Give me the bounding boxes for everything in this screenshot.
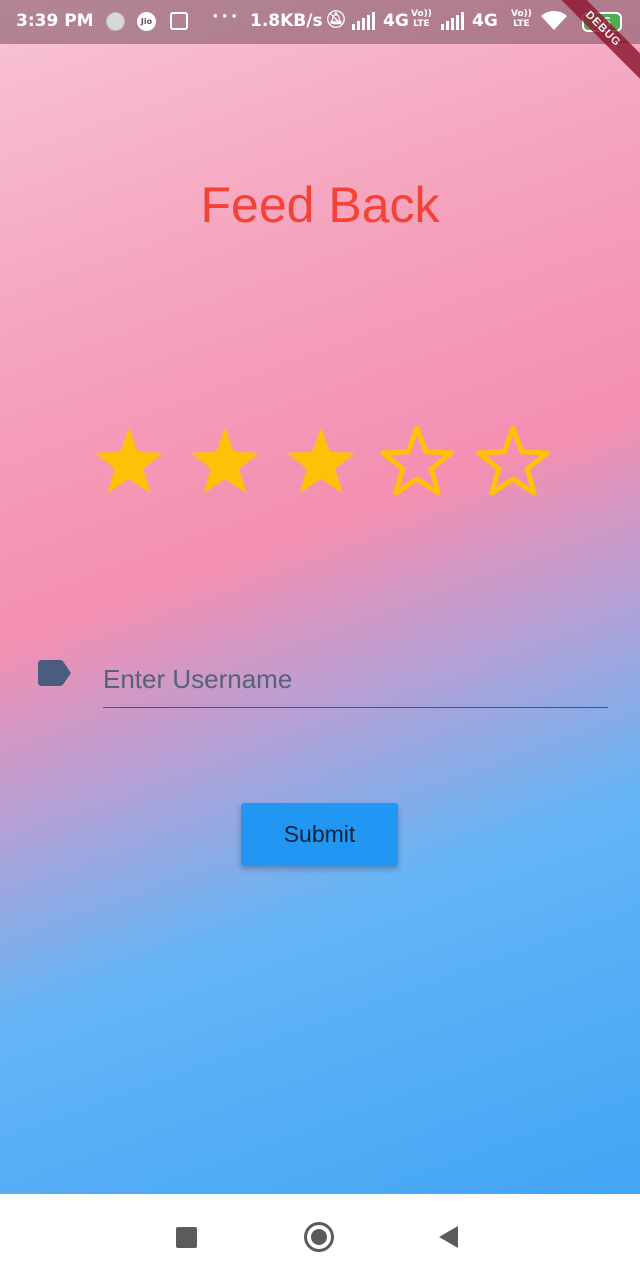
volte-icon: Vo)) LTE bbox=[411, 9, 432, 29]
label-icon bbox=[38, 660, 71, 686]
star-filled-icon[interactable] bbox=[88, 424, 170, 498]
network-type: 4G bbox=[383, 11, 409, 31]
star-outline-icon[interactable] bbox=[472, 424, 554, 498]
status-bar: 3:39 PM Jio ··· 1.8KB/s 🔕︎ 4G Vo)) LTE 4G… bbox=[0, 0, 640, 44]
grid-icon bbox=[170, 12, 188, 30]
back-icon[interactable] bbox=[437, 1225, 459, 1249]
signal-icon bbox=[441, 12, 464, 30]
home-dot bbox=[311, 1229, 327, 1245]
status-time: 3:39 PM bbox=[16, 11, 94, 31]
submit-button[interactable]: Submit bbox=[241, 803, 398, 866]
star-rating[interactable] bbox=[88, 424, 554, 498]
username-input[interactable] bbox=[103, 652, 608, 708]
star-filled-icon[interactable] bbox=[184, 424, 266, 498]
circle-icon bbox=[106, 12, 125, 31]
wifi-icon bbox=[541, 10, 567, 30]
more-icon: ··· bbox=[212, 7, 241, 27]
recents-icon[interactable] bbox=[176, 1227, 197, 1248]
page-title: Feed Back bbox=[200, 177, 440, 233]
home-icon[interactable] bbox=[304, 1222, 334, 1252]
navigation-bar bbox=[0, 1194, 640, 1280]
star-filled-icon[interactable] bbox=[280, 424, 362, 498]
volte-icon: Vo)) LTE bbox=[511, 9, 532, 29]
network-type: 4G bbox=[472, 11, 498, 31]
screen: 3:39 PM Jio ··· 1.8KB/s 🔕︎ 4G Vo)) LTE 4G… bbox=[0, 0, 640, 1280]
network-speed: 1.8KB/s bbox=[250, 11, 323, 31]
jio-icon: Jio bbox=[137, 12, 156, 31]
signal-icon bbox=[352, 12, 375, 30]
bell-off-icon: 🔕︎ bbox=[325, 10, 347, 30]
star-outline-icon[interactable] bbox=[376, 424, 458, 498]
